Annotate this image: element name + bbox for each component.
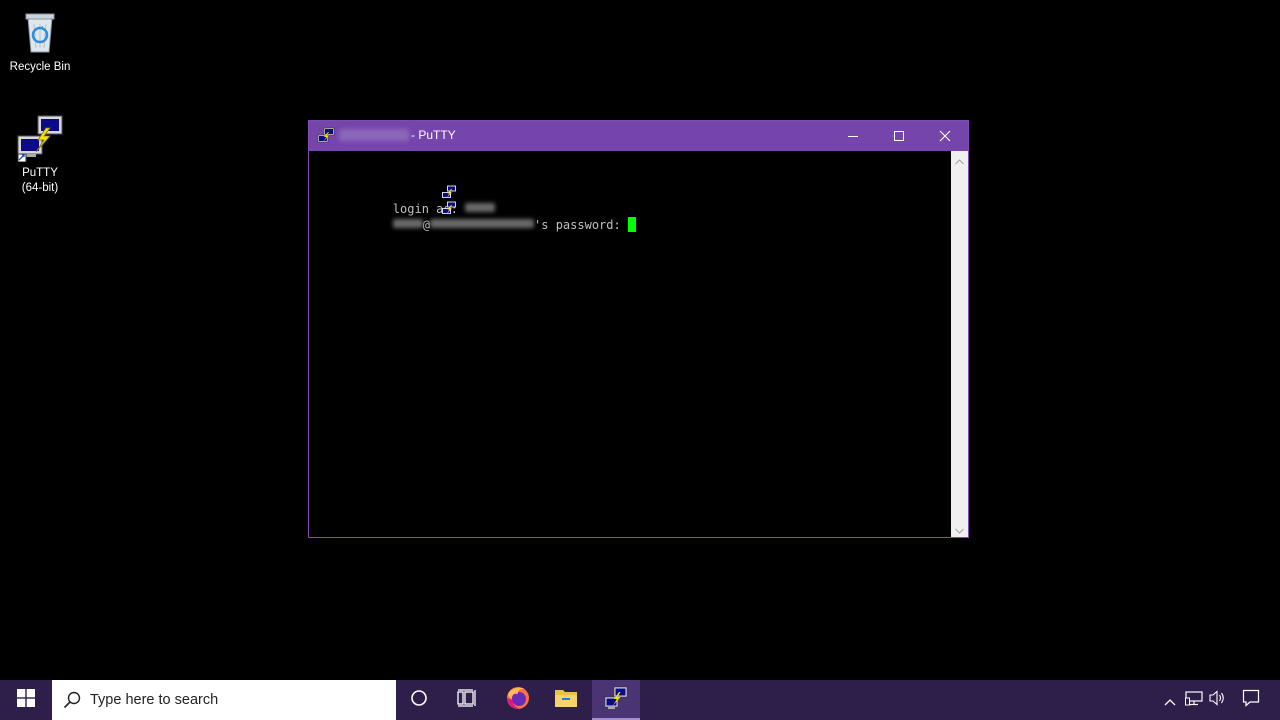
desktop-icon-putty[interactable]: PuTTY (64-bit) [0, 114, 80, 196]
terminal-line-password: @ 's password: [311, 169, 636, 232]
maximize-button[interactable] [876, 121, 922, 151]
cortana-button[interactable] [396, 680, 442, 720]
at-sign: @ [422, 218, 431, 232]
redacted-username [392, 219, 423, 228]
close-icon [939, 127, 951, 146]
desktop-icon-label: Recycle Bin [9, 61, 71, 73]
chevron-up-icon [955, 150, 964, 169]
volume-button[interactable] [1206, 680, 1230, 720]
window-title: - PuTTY [411, 128, 456, 142]
file-explorer-taskbar-button[interactable] [542, 680, 590, 720]
minimize-button[interactable] [830, 121, 876, 151]
password-prompt: 's password: [534, 218, 628, 232]
vertical-scrollbar[interactable] [951, 151, 968, 537]
windows-logo-icon [17, 689, 35, 711]
scroll-up-button[interactable] [951, 151, 968, 168]
firefox-taskbar-button[interactable] [494, 680, 542, 720]
notifications-icon [1242, 689, 1260, 711]
close-button[interactable] [922, 121, 968, 151]
terminal-area[interactable]: login as: @ 's password: [309, 151, 951, 537]
search-icon [62, 690, 82, 710]
recycle-bin-icon [16, 8, 64, 56]
redacted-username [465, 203, 496, 212]
search-box[interactable]: Type here to search [52, 680, 396, 720]
terminal-line-login: login as: [311, 153, 496, 216]
redacted-hostname [339, 129, 409, 141]
scroll-down-button[interactable] [951, 520, 968, 537]
taskbar: Type here to search [0, 680, 1280, 720]
cortana-icon [410, 689, 428, 711]
putty-icon [604, 686, 628, 714]
task-view-button[interactable] [443, 680, 491, 720]
putty-icon [16, 114, 64, 163]
search-placeholder: Type here to search [90, 692, 219, 708]
desktop: Recycle Bin PuTTY (64-bit) - PuTTY login… [0, 0, 1280, 680]
title-bar[interactable]: - PuTTY [309, 121, 968, 151]
minimize-icon [847, 127, 859, 146]
putty-icon [369, 185, 457, 214]
volume-icon [1209, 690, 1227, 710]
text-cursor [627, 217, 636, 232]
putty-icon[interactable] [317, 127, 335, 145]
chevron-up-icon [1164, 691, 1176, 710]
network-button[interactable] [1183, 680, 1205, 720]
start-button[interactable] [0, 680, 52, 720]
putty-window[interactable]: - PuTTY login as: @ 's password: [308, 120, 969, 538]
desktop-icon-label: PuTTY (64-bit) [21, 167, 59, 194]
network-icon [1185, 690, 1203, 710]
file-explorer-icon [554, 687, 578, 713]
task-view-icon [457, 689, 477, 711]
desktop-icon-recycle-bin[interactable]: Recycle Bin [0, 8, 80, 75]
maximize-icon [893, 127, 905, 146]
redacted-host [430, 219, 535, 228]
action-center-button[interactable] [1236, 680, 1266, 720]
chevron-down-icon [955, 519, 964, 538]
putty-taskbar-button[interactable] [592, 680, 640, 720]
firefox-icon [505, 685, 531, 715]
show-hidden-icons-button[interactable] [1158, 680, 1182, 720]
